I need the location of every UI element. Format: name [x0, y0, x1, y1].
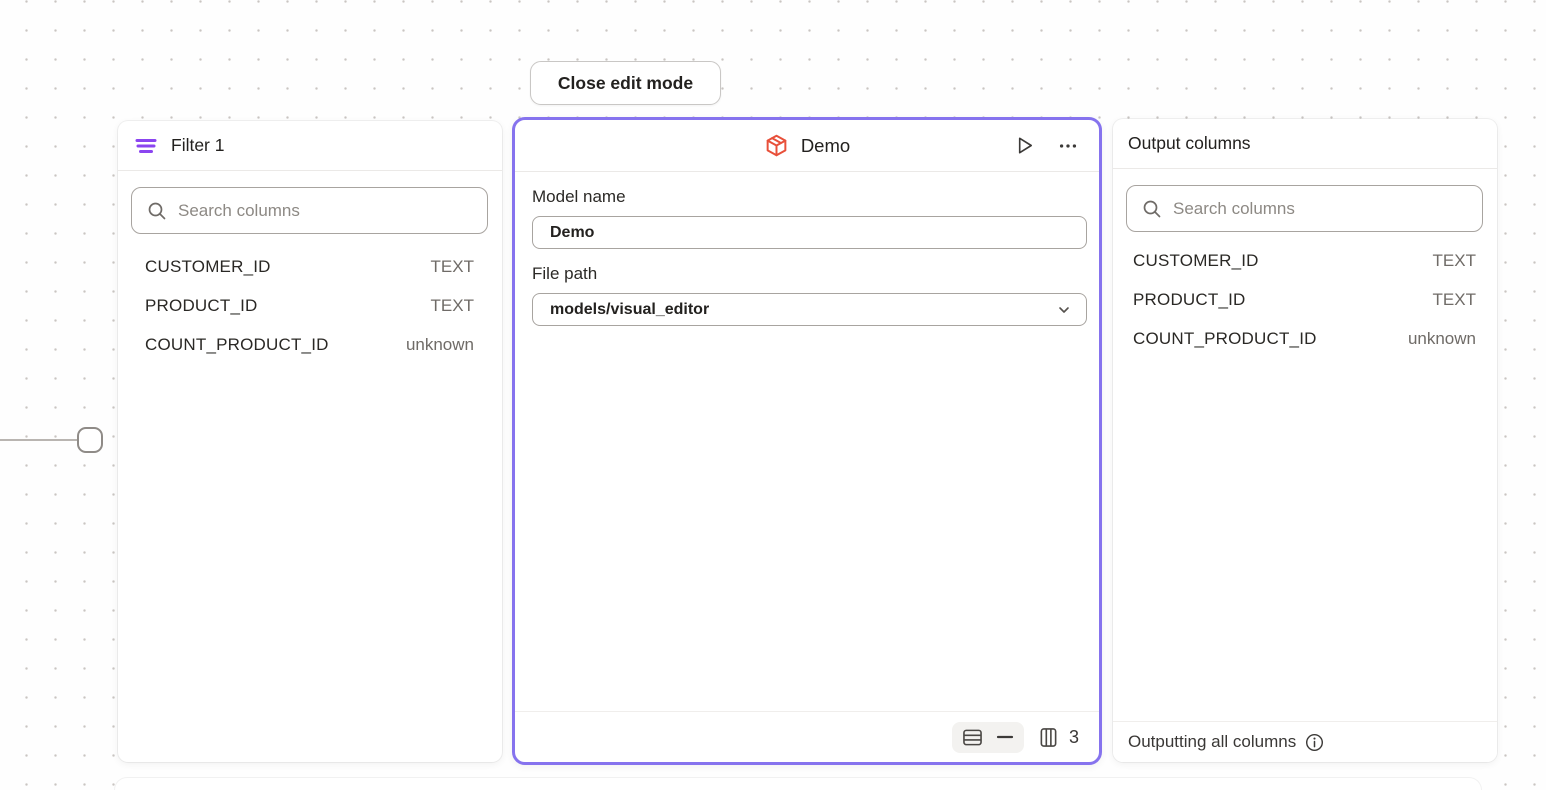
more-options-button[interactable] — [1053, 131, 1083, 161]
column-type: TEXT — [431, 294, 474, 317]
column-type: TEXT — [1433, 288, 1476, 311]
canvas[interactable]: Close edit mode Filter 1 — [0, 0, 1546, 790]
table-columns-icon — [1039, 727, 1058, 748]
column-type: TEXT — [431, 255, 474, 278]
close-edit-mode-button[interactable]: Close edit mode — [530, 61, 721, 105]
column-row[interactable]: CUSTOMER_ID TEXT — [1113, 241, 1497, 280]
filter-icon — [135, 137, 157, 155]
edge-connector-handle[interactable] — [77, 427, 103, 453]
model-form: Model name File path models/visual_edito… — [515, 172, 1099, 326]
column-name: PRODUCT_ID — [145, 294, 258, 317]
file-path-value: models/visual_editor — [550, 301, 709, 319]
column-type: TEXT — [1433, 249, 1476, 272]
filter-node-panel[interactable]: Filter 1 CUSTOMER_ID TEXT PRODUCT_ID TEX… — [118, 121, 502, 762]
model-node-panel[interactable]: Demo Mod — [512, 117, 1102, 765]
output-panel-header: Output columns — [1113, 119, 1497, 169]
model-name-label: Model name — [532, 187, 1082, 207]
output-search-input[interactable] — [1173, 199, 1467, 219]
output-panel-title: Output columns — [1128, 133, 1251, 154]
column-type: unknown — [406, 333, 474, 356]
row-count-stat[interactable] — [952, 722, 1024, 753]
filter-search-input[interactable] — [178, 201, 472, 221]
search-icon — [1142, 199, 1162, 219]
filter-panel-title: Filter 1 — [171, 135, 224, 156]
run-model-button[interactable] — [1009, 131, 1039, 161]
search-icon — [147, 201, 167, 221]
model-name-input[interactable] — [532, 216, 1087, 249]
output-column-list: CUSTOMER_ID TEXT PRODUCT_ID TEXT COUNT_P… — [1113, 241, 1497, 358]
output-search-box — [1126, 185, 1483, 232]
filter-panel-header: Filter 1 — [118, 121, 502, 171]
filter-search-box — [131, 187, 488, 234]
column-count-value: 3 — [1069, 727, 1079, 748]
column-row[interactable]: PRODUCT_ID TEXT — [1113, 280, 1497, 319]
edge-connector-line — [0, 439, 78, 441]
column-name: PRODUCT_ID — [1133, 288, 1246, 311]
output-footer: Outputting all columns — [1113, 721, 1497, 762]
minus-icon — [996, 735, 1014, 739]
file-path-label: File path — [532, 264, 1082, 284]
play-icon — [1013, 134, 1036, 157]
column-row[interactable]: COUNT_PRODUCT_ID unknown — [1113, 319, 1497, 358]
model-cube-icon — [764, 133, 789, 158]
file-path-select[interactable]: models/visual_editor — [532, 293, 1087, 326]
column-type: unknown — [1408, 327, 1476, 350]
column-row[interactable]: CUSTOMER_ID TEXT — [118, 247, 502, 286]
model-actions — [1009, 120, 1083, 171]
column-row[interactable]: PRODUCT_ID TEXT — [118, 286, 502, 325]
column-name: CUSTOMER_ID — [145, 255, 271, 278]
model-panel-header: Demo — [515, 120, 1099, 172]
chevron-down-icon — [1056, 302, 1072, 318]
column-name: COUNT_PRODUCT_ID — [145, 333, 329, 356]
table-rows-icon — [962, 728, 983, 747]
column-row[interactable]: COUNT_PRODUCT_ID unknown — [118, 325, 502, 364]
model-footer: 3 — [515, 711, 1099, 762]
column-name: CUSTOMER_ID — [1133, 249, 1259, 272]
column-count-stat: 3 — [1039, 727, 1079, 748]
filter-column-list: CUSTOMER_ID TEXT PRODUCT_ID TEXT COUNT_P… — [118, 247, 502, 364]
model-panel-title: Demo — [801, 135, 850, 157]
info-icon[interactable] — [1305, 733, 1324, 752]
bottom-node-panel[interactable] — [115, 778, 1481, 790]
column-name: COUNT_PRODUCT_ID — [1133, 327, 1317, 350]
ellipsis-icon — [1057, 135, 1079, 157]
output-columns-panel[interactable]: Output columns CUSTOMER_ID TEXT PRODUCT_… — [1113, 119, 1497, 762]
output-footer-text: Outputting all columns — [1128, 732, 1296, 752]
